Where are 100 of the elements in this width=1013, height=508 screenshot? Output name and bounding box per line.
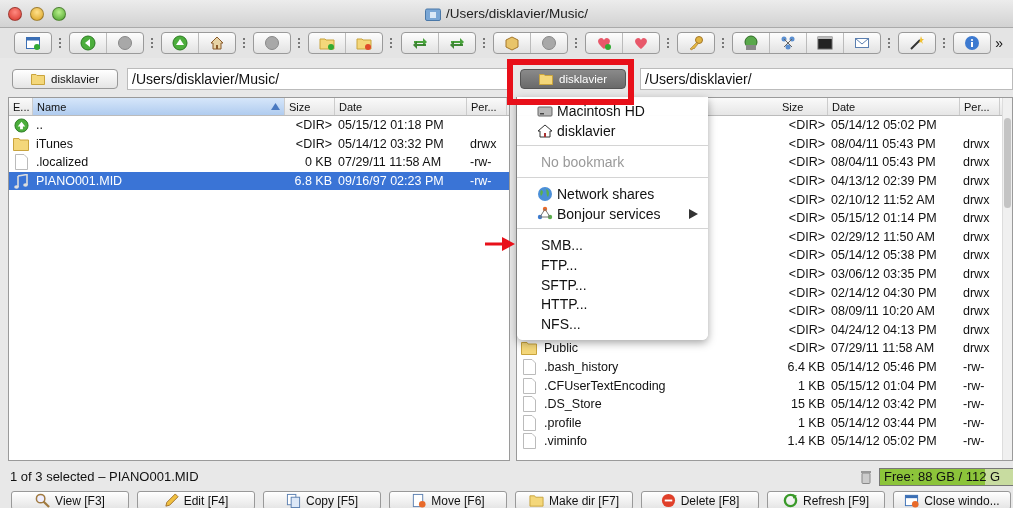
file-size: <DIR> [787,322,826,337]
home-icon [209,35,226,51]
menu-item[interactable]: Bonjour services [517,203,708,224]
folder-add-icon [319,35,336,51]
function-button[interactable]: Close windo... [893,491,1011,508]
file-permissions: drwx [962,229,991,244]
copy-icon [286,493,301,508]
file-size: <DIR> [787,248,826,263]
back-icon [80,35,97,51]
toolbar-overflow-button[interactable]: » [995,35,1003,51]
function-button[interactable]: View [F3] [11,491,129,508]
file-permissions: -rw- [469,155,493,170]
file-date: 05/14/12 05:02 PM [830,118,938,133]
function-button[interactable]: Move [F6] [389,491,507,508]
file-size: 0 KB [303,155,333,170]
file-row[interactable]: .viminfo 1.4 KB 05/14/12 05:02 PM -rw- [517,432,1002,451]
zoom-button[interactable] [52,6,66,21]
folder-icon [425,6,442,21]
file-date: 05/15/12 01:04 PM [830,378,938,393]
file-size: <DIR> [787,155,826,170]
file-row[interactable]: .profile 1 KB 05/14/12 03:44 PM -rw- [517,413,1002,433]
network-icon [537,205,553,222]
close-button[interactable] [8,6,22,21]
pointer-arrow [485,236,515,252]
home-icon [537,123,553,138]
column-header[interactable]: Size [778,98,828,115]
function-button[interactable]: Copy [F5] [263,491,381,508]
function-button[interactable]: Edit [F4] [137,491,255,508]
file-row[interactable]: .CFUserTextEncoding 1 KB 05/15/12 01:04 PM -rw- [517,376,1002,395]
menu-item[interactable]: HTTP... [517,294,708,315]
file-name: PIANO001.MID [35,174,124,189]
delete-icon [660,493,676,508]
file-date: 05/14/12 05:38 PM [830,248,938,263]
menu-item[interactable]: SMB... [517,235,708,256]
file-row[interactable]: .localized 0 KB 07/29/11 11:58 AM -rw- [9,153,509,172]
file-name: .. [35,118,44,133]
file-permissions: drwx [962,267,991,282]
file-permissions: drwx [962,341,991,356]
path-field[interactable]: /Users/disklavier/ [640,68,1013,90]
file-permissions: drwx [962,211,991,226]
minimize-button[interactable] [30,6,44,21]
menu-item[interactable]: FTP... [517,255,708,275]
file-date: 02/10/12 11:52 AM [830,192,937,207]
file-size: <DIR> [787,136,826,151]
heart-add-icon [595,35,612,51]
file-name: .DS_Store [543,397,603,412]
file-permissions: -rw- [962,434,986,449]
file-size: 6.8 KB [293,174,333,189]
pencil-icon [163,493,179,508]
file-row[interactable]: iTunes <DIR> 05/14/12 03:32 PM drwx [9,134,509,154]
file-date: 07/29/11 11:58 AM [830,341,936,356]
menu-item[interactable]: SFTP... [517,274,708,295]
function-button[interactable]: Delete [F8] [641,491,759,508]
file-date: 08/04/11 05:43 PM [830,155,937,170]
file-row[interactable]: .bash_history 6.4 KB 05/14/12 05:46 PM -rw- [517,357,1002,377]
info-icon [964,35,981,51]
column-header[interactable]: Date [828,98,960,115]
arrows-icon [448,35,465,51]
drive-button[interactable]: disklavier [12,69,118,89]
document-icon [522,433,536,450]
menu-item[interactable]: NFS... [517,314,708,334]
column-header[interactable]: Per... [467,98,507,115]
function-button[interactable]: Make dir [F7] [515,491,633,508]
file-permissions: -rw- [469,174,493,189]
drive-button[interactable]: disklavier [520,69,626,89]
file-row[interactable]: .. <DIR> 05/15/12 01:18 PM [9,116,509,135]
menu-item[interactable]: Macintosh HD [517,101,708,121]
menu-item[interactable]: disklavier [517,120,708,141]
file-permissions: -rw- [962,378,986,393]
folder-icon [13,136,29,151]
file-size: <DIR> [787,118,826,133]
file-name: .profile [543,415,583,430]
function-button[interactable]: Refresh [F9] [767,491,885,508]
sync-icon [411,35,428,51]
file-date: 05/15/12 01:18 PM [337,118,445,133]
file-name: Public [543,341,580,356]
column-header[interactable]: Per... [960,98,1000,115]
magic-wand-icon [909,35,926,51]
column-header[interactable]: Name [33,98,285,115]
file-permissions: drwx [962,136,991,151]
scrollbar-thumb[interactable] [1004,118,1011,208]
file-row[interactable]: .DS_Store 15 KB 05/14/12 03:42 PM -rw- [517,394,1002,414]
column-header[interactable]: Date [335,98,467,115]
file-permissions: drwx [469,136,498,151]
file-name: .viminfo [543,434,589,449]
file-size: <DIR> [787,229,826,244]
file-row[interactable]: Public <DIR> 07/29/11 11:58 AM drwx [517,339,1002,358]
file-date: 02/29/12 11:50 AM [830,229,937,244]
terminal-icon [817,35,833,51]
file-date: 08/04/11 05:43 PM [830,136,937,151]
refresh-icon [783,493,798,508]
menu-item[interactable]: Network shares [517,184,708,204]
file-name: .CFUserTextEncoding [543,378,667,393]
music-note-icon [14,173,28,189]
path-field[interactable]: /Users/disklavier/Music/ [127,68,510,90]
file-date: 03/06/12 03:35 PM [830,267,938,282]
file-date: 05/15/12 01:14 PM [830,211,938,226]
file-row[interactable]: PIANO001.MID 6.8 KB 09/16/97 02:23 PM -rw- [9,171,509,191]
column-header[interactable]: Size [285,98,335,115]
network-icon [780,35,796,51]
